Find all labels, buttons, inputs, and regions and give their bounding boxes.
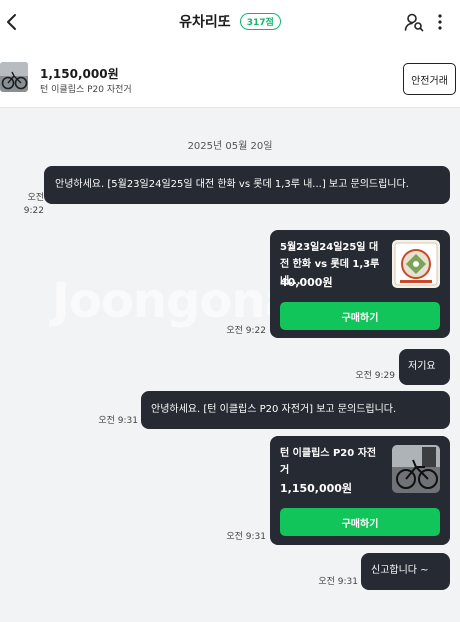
message-time: 오전 9:22 bbox=[226, 326, 266, 336]
chat-area[interactable]: Joongonara 2025년 05월 20일 오전 9:22 안녕하세요. … bbox=[0, 108, 460, 622]
score-badge: 317점 bbox=[239, 13, 281, 30]
message-bubble: 신고합니다 ~ bbox=[361, 553, 450, 590]
more-vertical-icon[interactable] bbox=[432, 12, 448, 32]
buy-button[interactable]: 구매하기 bbox=[280, 302, 440, 330]
message-bubble: 안녕하세요. [5월23일24일25일 대전 한화 vs 롯데 1,3루 내..… bbox=[44, 166, 450, 204]
product-name: 턴 이클립스 P20 자전거 bbox=[40, 85, 132, 95]
card-price: 1,150,000원 bbox=[280, 482, 353, 495]
message-bubble: 안녕하세요. [턴 이클립스 P20 자전거] 보고 문의드립니다. bbox=[141, 391, 450, 429]
seller-name[interactable]: 유차리또 bbox=[179, 15, 231, 31]
product-price: 1,150,000원 bbox=[40, 67, 119, 81]
message-bubble: 저기요 bbox=[399, 349, 450, 385]
message-time: 오전 9:31 bbox=[98, 416, 138, 426]
title-wrap: 유차리또 317점 bbox=[0, 11, 460, 32]
product-card[interactable]: 5월23일24일25일 대전 한화 vs 롯데 1,3루 내... 40,000… bbox=[270, 230, 450, 338]
message-time: 오전 9:29 bbox=[355, 371, 395, 381]
user-search-icon[interactable] bbox=[404, 12, 424, 32]
product-summary[interactable]: 1,150,000원 턴 이클립스 P20 자전거 안전거래 bbox=[0, 44, 460, 108]
product-card[interactable]: 턴 이클립스 P20 자전거 1,150,000원 구매하기 bbox=[270, 436, 450, 545]
message-time: 오전 9:22 bbox=[23, 193, 44, 216]
product-thumbnail bbox=[0, 62, 28, 92]
message-time: 오전 9:31 bbox=[226, 532, 266, 542]
card-price: 40,000원 bbox=[280, 276, 333, 289]
ticket-image bbox=[392, 240, 440, 288]
top-bar: 유차리또 317점 bbox=[0, 0, 460, 44]
message-time: 오전 9:31 bbox=[318, 577, 358, 587]
date-divider: 2025년 05월 20일 bbox=[187, 141, 273, 152]
bicycle-image bbox=[392, 445, 440, 493]
card-title: 턴 이클립스 P20 자전거 bbox=[280, 448, 377, 476]
safe-trade-button[interactable]: 안전거래 bbox=[403, 63, 456, 95]
buy-button[interactable]: 구매하기 bbox=[280, 508, 440, 536]
